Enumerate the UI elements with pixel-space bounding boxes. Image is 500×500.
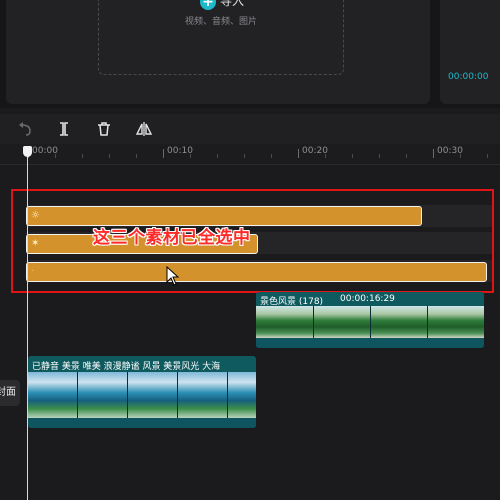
player-panel: 00:00:00 xyxy=(440,0,500,104)
ruler-tick xyxy=(109,154,110,158)
ruler-tick xyxy=(82,154,83,158)
ruler-tick xyxy=(298,149,299,158)
import-drop-zone[interactable]: + 导入 视频、音频、图片 xyxy=(98,0,344,75)
media-panel: + 导入 视频、音频、图片 00:00:00 xyxy=(0,0,500,108)
frame-divider xyxy=(177,372,178,418)
split-icon[interactable] xyxy=(55,120,73,138)
ruler-tick xyxy=(244,154,245,158)
ruler-tick xyxy=(487,154,488,158)
ruler-tick xyxy=(55,154,56,158)
video-clip-title: 已静音 美景 唯美 浪漫静谧 风景 美景风光 大海 xyxy=(32,362,221,372)
ruler-tick xyxy=(460,154,461,158)
cover-button[interactable]: 封面 xyxy=(0,380,20,406)
frame-divider xyxy=(427,306,428,338)
ruler-tick xyxy=(406,154,407,158)
time-ruler[interactable]: 00:00 00:10 00:20 00:30 xyxy=(0,144,500,165)
selection-highlight xyxy=(11,189,494,293)
ruler-tick xyxy=(163,149,164,158)
mirror-icon[interactable] xyxy=(135,120,153,138)
ruler-tick xyxy=(136,154,137,158)
video-clip[interactable]: 景色风景 (178) 00:00:16:29 xyxy=(256,292,484,348)
video-thumbnail-strip xyxy=(256,306,484,338)
ruler-tick xyxy=(379,154,380,158)
media-library: + 导入 视频、音频、图片 xyxy=(6,0,430,104)
player-timecode: 00:00:00 xyxy=(448,72,489,82)
playhead-handle[interactable] xyxy=(23,146,32,157)
audio-waveform xyxy=(256,338,484,348)
ruler-tick xyxy=(271,154,272,158)
annotation-text: 这三个素材已全选中 xyxy=(93,228,251,248)
frame-divider xyxy=(127,372,128,418)
frame-divider xyxy=(77,372,78,418)
frame-divider xyxy=(370,306,371,338)
frame-divider xyxy=(227,372,228,418)
undo-icon[interactable] xyxy=(16,120,34,138)
video-thumbnail-strip xyxy=(28,372,256,418)
mouse-cursor-icon xyxy=(166,265,180,286)
audio-waveform xyxy=(28,418,256,428)
plus-icon[interactable]: + xyxy=(200,0,216,10)
ruler-tick xyxy=(217,154,218,158)
ruler-tick xyxy=(190,154,191,158)
ruler-tick xyxy=(325,154,326,158)
video-clip-header: 已静音 美景 唯美 浪漫静谧 风景 美景风光 大海 xyxy=(28,356,256,372)
video-clip-header: 景色风景 (178) 00:00:16:29 xyxy=(256,292,484,307)
timeline-toolbar xyxy=(0,114,500,144)
delete-icon[interactable] xyxy=(95,120,113,138)
frame-divider xyxy=(313,306,314,338)
playhead[interactable] xyxy=(27,152,28,500)
main-video-clip[interactable]: 已静音 美景 唯美 浪漫静谧 风景 美景风光 大海 xyxy=(28,356,256,428)
ruler-tick xyxy=(433,149,434,158)
import-button[interactable]: 导入 xyxy=(220,0,244,9)
import-hint: 视频、音频、图片 xyxy=(184,17,257,27)
video-clip-duration: 00:00:16:29 xyxy=(340,294,395,304)
ruler-tick xyxy=(352,154,353,158)
